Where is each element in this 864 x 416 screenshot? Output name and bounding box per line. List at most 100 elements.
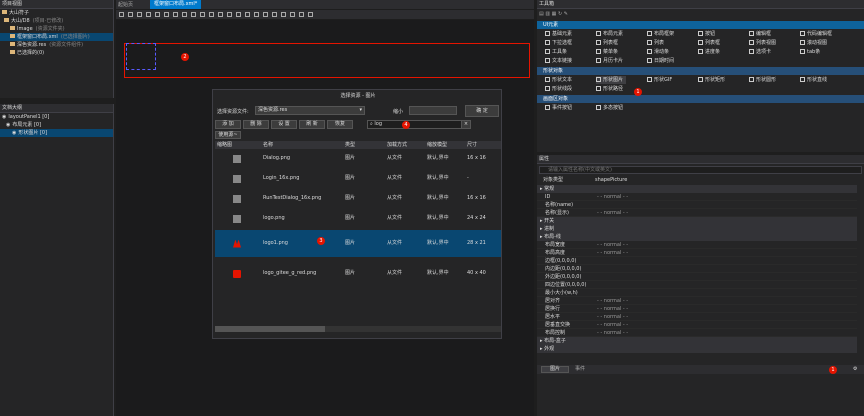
property-row[interactable]: 四边位置(0,0,0,0): [537, 281, 857, 289]
toolbox-item[interactable]: 形状路径: [596, 85, 623, 93]
toolbox-item[interactable]: 工具条: [545, 48, 567, 56]
source-select[interactable]: 深色资源.res ▾: [255, 106, 365, 115]
toolbox-item[interactable]: 进度条: [698, 48, 720, 56]
toolbox-item[interactable]: 滚动视图: [800, 39, 827, 47]
column-header[interactable]: 缩放模型: [427, 141, 447, 149]
toolbar-tool-icon[interactable]: [209, 12, 214, 17]
toolbox-item[interactable]: 形状图片: [596, 76, 627, 84]
toolbox-item[interactable]: 列表框: [698, 39, 720, 47]
property-row[interactable]: 居水平 - - normal - -: [537, 313, 857, 321]
resource-row[interactable]: RunTestDialog_16x.png 图片 从文件 默认,界中 16 x 16: [215, 190, 501, 207]
dialog-toolbar-button[interactable]: 恢复: [327, 120, 353, 129]
toolbox-item[interactable]: 布局框架: [647, 30, 674, 38]
property-value[interactable]: - - normal - -: [597, 193, 628, 201]
column-header[interactable]: 名称: [263, 141, 273, 149]
toolbox-item[interactable]: 多态按钮: [596, 104, 623, 112]
group-button[interactable]: 使用源~: [215, 131, 241, 139]
property-row[interactable]: 布局控制 - - normal - -: [537, 329, 857, 337]
property-row[interactable]: 布局高度 - - normal - -: [537, 249, 857, 257]
toolbox-item[interactable]: 菜单条: [596, 48, 618, 56]
outline-tree-item[interactable]: ◉ layoutPanel1 [0]: [0, 113, 113, 121]
toolbox-item[interactable]: 布局元素: [596, 30, 623, 38]
dialog-toolbar-button[interactable]: 添 加: [215, 120, 241, 129]
property-group[interactable]: ▸ 布局-线: [537, 233, 857, 241]
property-value[interactable]: - - normal - -: [597, 297, 628, 305]
resource-row[interactable]: logo_gitee_g_red.png 图片 从文件 默认,界中 40 x 40: [215, 260, 501, 287]
toolbox-item[interactable]: 编辑框: [749, 30, 771, 38]
toolbar-tool-icon[interactable]: [308, 12, 313, 17]
ok-button[interactable]: 确 定: [465, 105, 499, 117]
toolbox-item[interactable]: 下拉选框: [545, 39, 572, 47]
dialog-toolbar-button[interactable]: 删 除: [243, 120, 269, 129]
toolbar-tool-icon[interactable]: [191, 12, 196, 17]
toolbox-item[interactable]: 文本链接: [545, 57, 572, 65]
toolbox-item[interactable]: 滑动条: [647, 48, 669, 56]
property-value[interactable]: - - normal - -: [597, 321, 628, 329]
toolbar-tool-icon[interactable]: [173, 12, 178, 17]
search-input[interactable]: ⌕ log: [367, 120, 471, 129]
resource-row[interactable]: Login_16x.png 图片 从文件 默认,界中 -: [215, 170, 501, 187]
project-tree-item[interactable]: 大山/D8 (项目·已修改): [0, 17, 113, 25]
toolbar-tool-icon[interactable]: [200, 12, 205, 17]
toolbox-item[interactable]: 选项卡: [749, 48, 771, 56]
resource-row[interactable]: Dialog.png 图片 从文件 默认,界中 16 x 16: [215, 150, 501, 167]
toolbar-tool-icon[interactable]: [299, 12, 304, 17]
property-row[interactable]: 外边距(0,0,0,0): [537, 273, 857, 281]
project-tree-item[interactable]: 框架窗口布局.xml (已选择图片): [0, 33, 113, 41]
tab-picture[interactable]: 图片: [541, 366, 569, 373]
property-row[interactable]: 名称(name): [537, 201, 857, 209]
toolbox-item[interactable]: 代码编辑框: [800, 30, 832, 38]
toolbox-item[interactable]: 基础元素: [545, 30, 572, 38]
toolbar-tool-icon[interactable]: [245, 12, 250, 17]
property-row[interactable]: 居对齐 - - normal - -: [537, 297, 857, 305]
toolbar-tool-icon[interactable]: [128, 12, 133, 17]
clear-search-button[interactable]: ×: [461, 120, 471, 129]
property-row[interactable]: 居换行 - - normal - -: [537, 305, 857, 313]
tab-start-page[interactable]: 起始页: [118, 1, 133, 9]
property-value[interactable]: - - normal - -: [597, 209, 628, 217]
property-row[interactable]: 布局宽度 - - normal - -: [537, 241, 857, 249]
column-header[interactable]: 加载方式: [387, 141, 407, 149]
toolbox-item[interactable]: 形状文本: [545, 76, 572, 84]
toolbar-tool-icon[interactable]: [290, 12, 295, 17]
toolbar-tool-icon[interactable]: [227, 12, 232, 17]
resource-row[interactable]: logo.png 图片 从文件 默认,界中 24 x 24: [215, 210, 501, 227]
toolbox-item[interactable]: 形状GIF: [647, 76, 672, 84]
zoom-slider[interactable]: [409, 106, 457, 115]
toolbox-item[interactable]: 日期时间: [647, 57, 674, 65]
column-header[interactable]: 缩略图: [217, 141, 232, 149]
project-tree-item[interactable]: 深色资源.res (资源文件组件): [0, 41, 113, 49]
toolbox-item[interactable]: 形状矩形: [698, 76, 725, 84]
toolbar-tool-icon[interactable]: [236, 12, 241, 17]
toolbar-tool-icon[interactable]: [164, 12, 169, 17]
property-value[interactable]: - - normal - -: [597, 329, 628, 337]
property-group[interactable]: ▸ 布局-盒子: [537, 337, 857, 345]
tab-events[interactable]: 事件: [575, 366, 585, 373]
property-search-input[interactable]: 请输入属性名称(中文或英文): [539, 166, 862, 174]
property-value[interactable]: - - normal - -: [597, 313, 628, 321]
toolbar-tool-icon[interactable]: [272, 12, 277, 17]
toolbox-section-header[interactable]: UI元素: [537, 21, 864, 29]
toolbox-item[interactable]: 月历卡片: [596, 57, 623, 65]
gear-icon[interactable]: ⚙: [853, 365, 857, 374]
dialog-toolbar-button[interactable]: 刷 新: [299, 120, 325, 129]
selected-shape-picture[interactable]: [126, 43, 156, 70]
dialog-toolbar-button[interactable]: 设 置: [271, 120, 297, 129]
toolbox-item[interactable]: 形状线段: [545, 85, 572, 93]
resource-row[interactable]: logo1.png 图片 从文件 默认,界中 28 x 21: [215, 230, 501, 257]
toolbox-item[interactable]: 列表框: [596, 39, 618, 47]
property-group[interactable]: ▸ 开关: [537, 217, 857, 225]
toolbar-tool-icon[interactable]: [182, 12, 187, 17]
property-value[interactable]: - - normal - -: [597, 241, 628, 249]
property-group[interactable]: ▸ 常规: [537, 185, 857, 193]
property-group[interactable]: ▸ 进制: [537, 225, 857, 233]
project-tree-item[interactable]: Image (资源文件夹): [0, 25, 113, 33]
property-row[interactable]: ID - - normal - -: [537, 193, 857, 201]
toolbar-tool-icon[interactable]: [119, 12, 124, 17]
toolbar-tool-icon[interactable]: [155, 12, 160, 17]
column-header[interactable]: 类型: [345, 141, 355, 149]
project-tree-item[interactable]: 大山符子: [0, 9, 113, 17]
toolbar-tool-icon[interactable]: [263, 12, 268, 17]
toolbox-item[interactable]: 列表: [647, 39, 664, 47]
toolbox-section-header[interactable]: 画面区对象: [537, 95, 864, 103]
